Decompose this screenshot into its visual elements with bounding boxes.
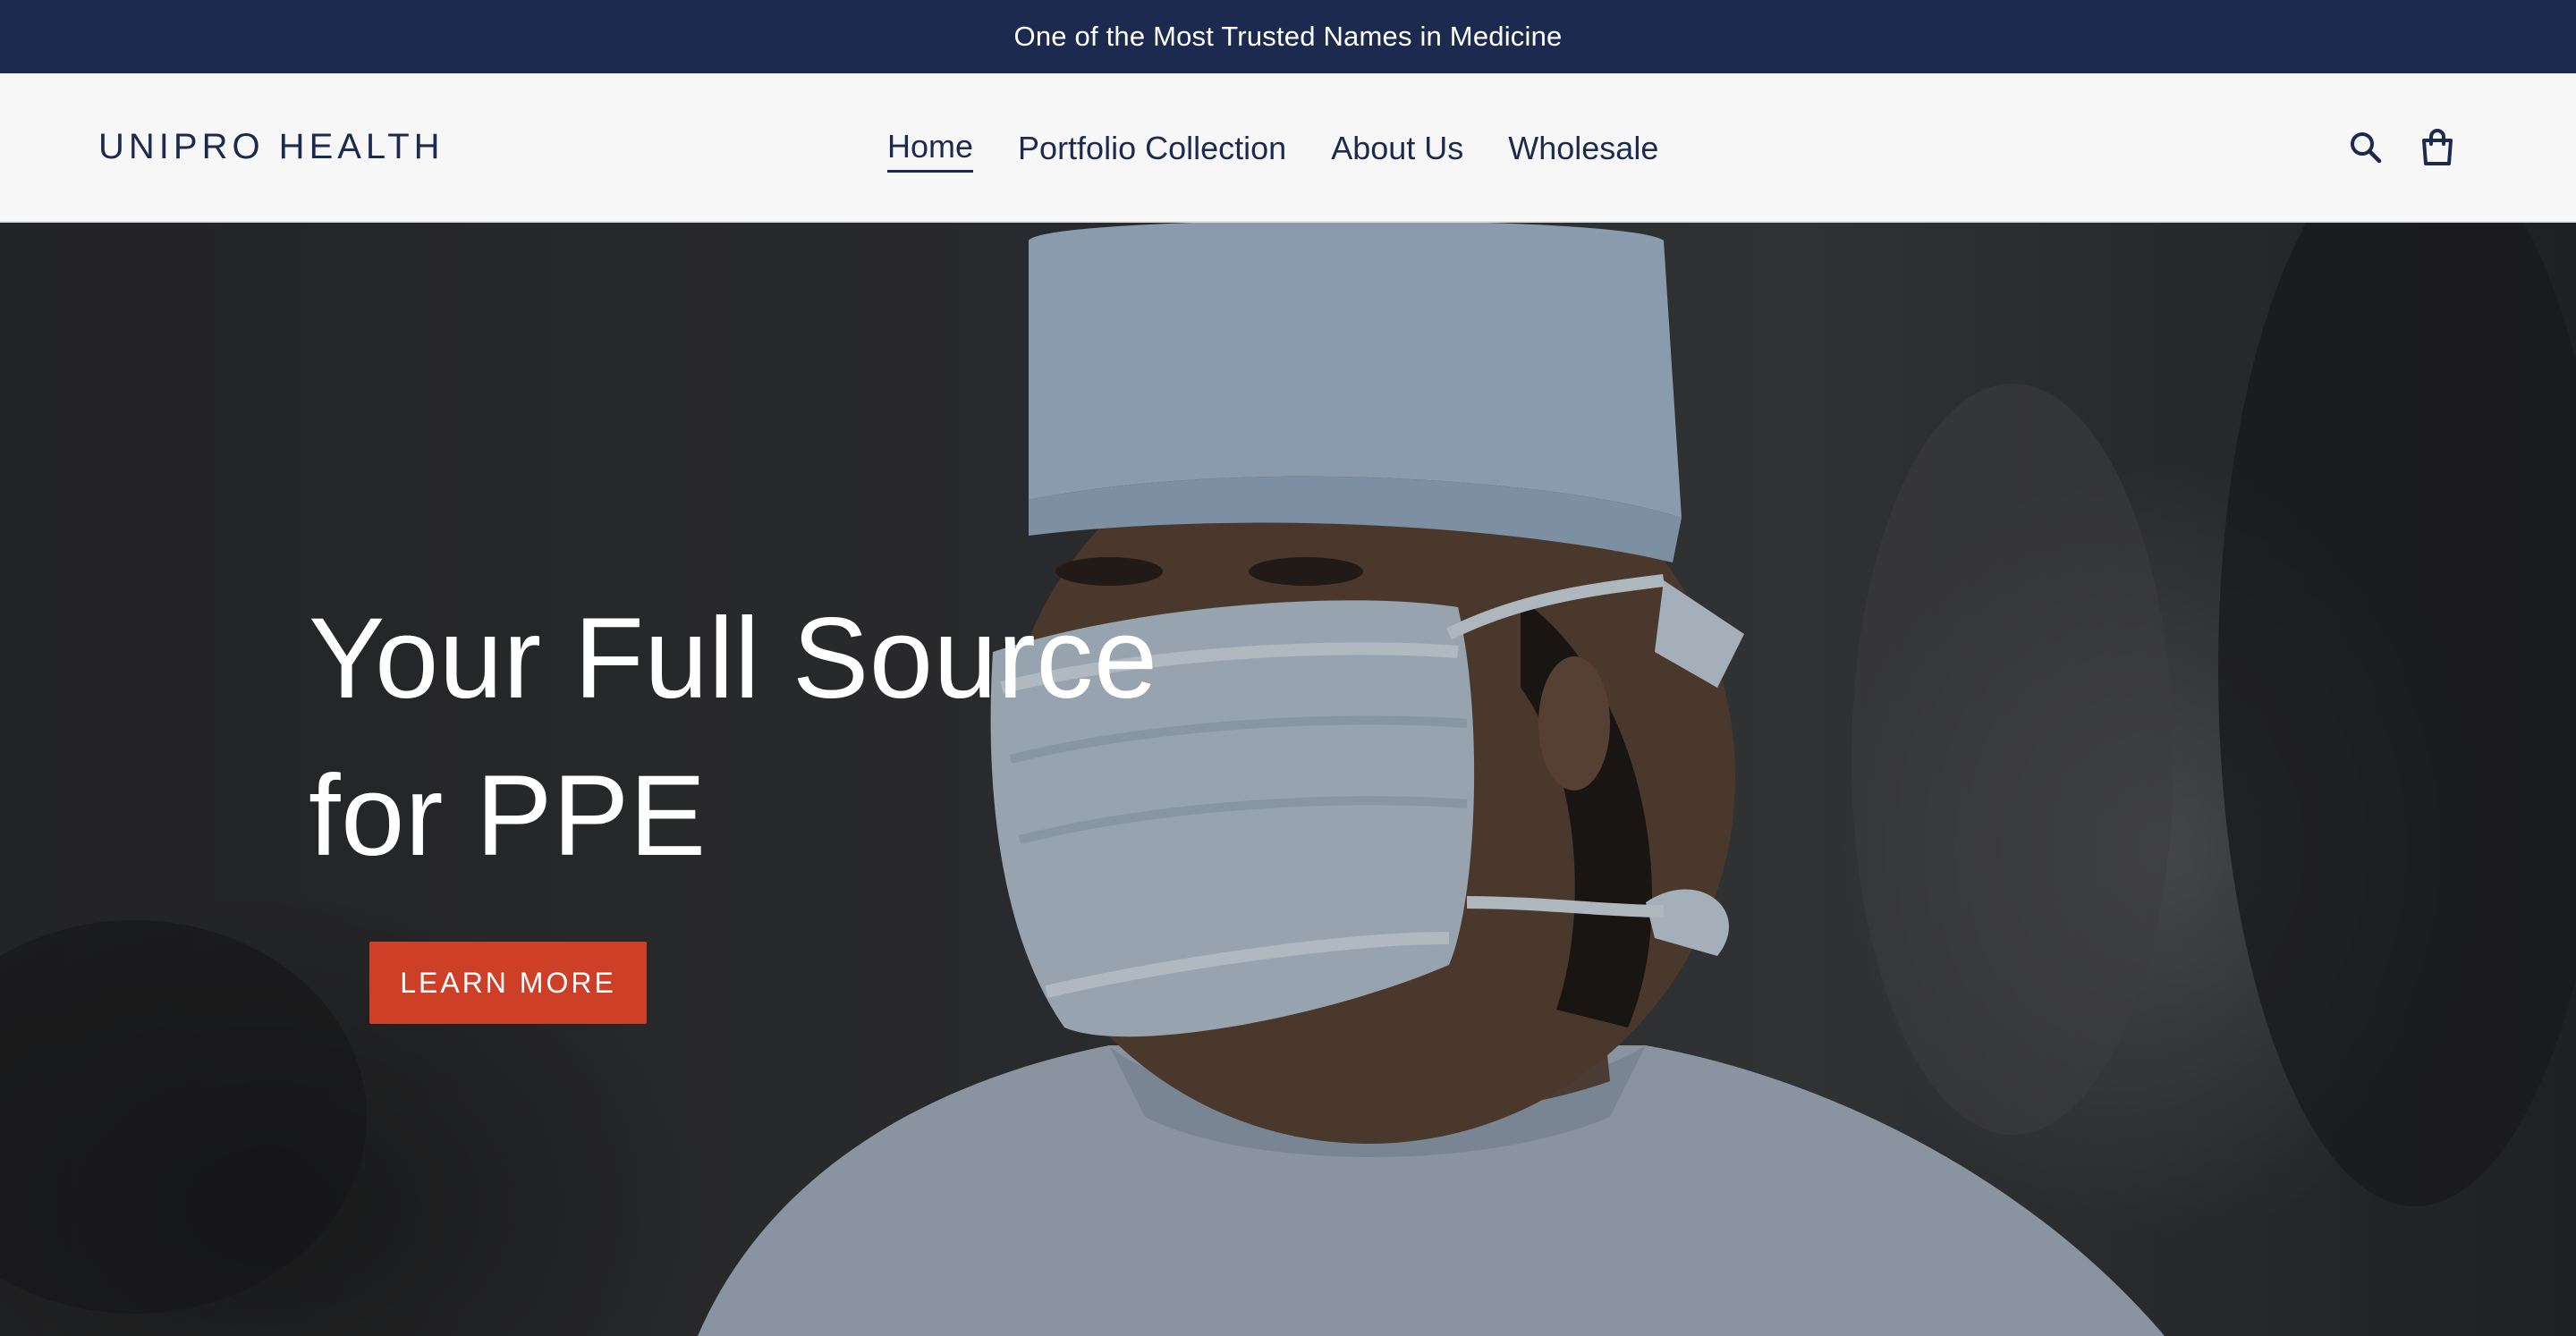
site-header: UNIPRO HEALTH Home Portfolio Collection … — [0, 73, 2576, 223]
hero-heading: Your Full Source for PPE — [309, 580, 1382, 895]
announcement-bar: One of the Most Trusted Names in Medicin… — [0, 0, 2576, 73]
nav-wholesale[interactable]: Wholesale — [1508, 127, 1658, 170]
cart-icon[interactable] — [2415, 125, 2460, 170]
hero-heading-line2: for PPE — [309, 752, 707, 880]
header-icons — [2343, 125, 2460, 170]
nav-home[interactable]: Home — [887, 125, 974, 173]
hero-banner: Your Full Source for PPE LEARN MORE — [0, 223, 2576, 1336]
search-icon[interactable] — [2343, 125, 2388, 170]
learn-more-button[interactable]: LEARN MORE — [369, 942, 647, 1024]
main-nav: Home Portfolio Collection About Us Whole… — [887, 123, 1703, 173]
hero-heading-line1: Your Full Source — [309, 595, 1158, 723]
nav-about-us[interactable]: About Us — [1331, 127, 1463, 170]
announcement-text: One of the Most Trusted Names in Medicin… — [1013, 21, 1563, 52]
nav-portfolio-collection[interactable]: Portfolio Collection — [1018, 127, 1286, 170]
site-logo[interactable]: UNIPRO HEALTH — [98, 125, 445, 168]
